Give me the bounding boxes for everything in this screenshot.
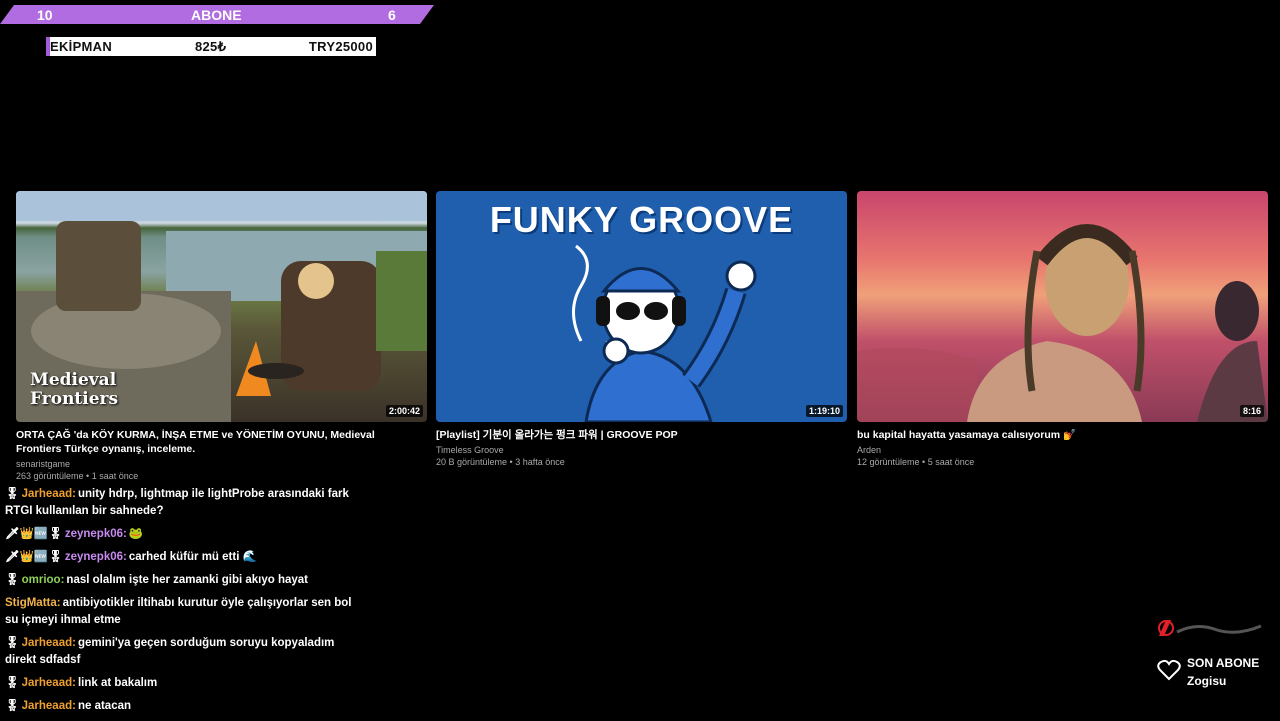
- video-thumbnail[interactable]: FUNKY GROOVE 1:19:10: [436, 191, 847, 422]
- chat-text: 🐸: [128, 528, 144, 540]
- chat-username[interactable]: Jarheaad:: [22, 677, 76, 689]
- chat-username[interactable]: Jarheaad:: [22, 637, 76, 649]
- chat-username[interactable]: omrioo:: [22, 574, 65, 586]
- last-subscriber-name: Zogisu: [1187, 674, 1227, 688]
- video-duration: 2:00:42: [385, 405, 423, 417]
- chat-message: 🎖 Jarheaad: ne atacan: [5, 698, 365, 715]
- equipment-goal-amount: TRY25000: [308, 39, 373, 54]
- chat-username[interactable]: StigMatta:: [5, 597, 61, 609]
- subscriber-title: ABONE: [191, 7, 242, 23]
- brand-logo: [1158, 620, 1262, 636]
- chat-badges: 🎖: [5, 637, 20, 649]
- chat-username[interactable]: Jarheaad:: [22, 488, 76, 500]
- person-thumbnail-illustration: [857, 224, 1268, 422]
- subscriber-goal-bar: 10 ABONE 6: [0, 5, 434, 24]
- video-card[interactable]: 8:16 bu kapital hayatta yasamaya calısıy…: [857, 191, 1268, 468]
- chat-badges: 🎖: [5, 488, 20, 500]
- video-duration: 8:16: [1239, 405, 1264, 417]
- chat-username[interactable]: zeynepk06:: [65, 551, 127, 563]
- video-title[interactable]: ORTA ÇAĞ 'da KÖY KURMA, İNŞA ETME ve YÖN…: [16, 428, 421, 456]
- chat-badges: 🎖: [5, 700, 20, 712]
- chat-badges: 🎖: [5, 574, 20, 586]
- chat-badges: 🗡👑🆕🎖: [5, 528, 63, 540]
- video-card[interactable]: Medieval Frontiers 2:00:42 ORTA ÇAĞ 'da …: [16, 191, 427, 482]
- chat-text: link at bakalım: [77, 677, 158, 689]
- chat-message: 🗡👑🆕🎖 zeynepk06: 🐸: [5, 526, 365, 543]
- video-card[interactable]: FUNKY GROOVE 1:19:10 [Playlist] 기분이 올라가는…: [436, 191, 847, 468]
- chat-text: carhed küfür mü etti 🌊: [128, 551, 257, 563]
- video-channel[interactable]: senaristgame: [16, 458, 427, 470]
- chat-username[interactable]: zeynepk06:: [65, 528, 127, 540]
- equipment-price: 825₺: [195, 39, 227, 54]
- video-title[interactable]: bu kapital hayatta yasamaya calısıyorum …: [857, 428, 1262, 442]
- subscriber-right-count: 6: [388, 7, 396, 23]
- chat-badges: 🎖: [5, 677, 20, 689]
- equipment-label: EKİPMAN: [50, 39, 113, 54]
- chat-message: StigMatta: antibiyotikler iltihabı kurutu…: [5, 595, 365, 629]
- chat-username[interactable]: Jarheaad:: [22, 700, 76, 712]
- subscriber-left-count: 10: [37, 7, 53, 23]
- last-subscriber: SON ABONE Zogisu: [1187, 654, 1259, 690]
- chat-text: ne atacan: [77, 700, 132, 712]
- video-duration: 1:19:10: [805, 405, 843, 417]
- video-title[interactable]: [Playlist] 기분이 올라가는 펑크 파워 | GROOVE POP: [436, 428, 841, 442]
- chat-message: 🎖 Jarheaad: gemini'ya geçen sorduğum soruy…: [5, 635, 365, 669]
- video-thumbnail[interactable]: Medieval Frontiers 2:00:42: [16, 191, 427, 422]
- chat-overlay: 🎖 Jarheaad: unity hdrp, lightmap ile light…: [5, 486, 365, 721]
- chat-message: 🎖 omrioo: nasl olalım işte her zamanki gib…: [5, 572, 365, 589]
- equipment-goal: EKİPMAN 825₺ TRY25000: [46, 37, 376, 56]
- video-stats: 20 B görüntüleme • 3 hafta önce: [436, 457, 565, 467]
- video-channel[interactable]: Arden: [857, 444, 1268, 456]
- chat-badges: 🗡👑🆕🎖: [5, 551, 63, 563]
- video-stats: 263 görüntüleme • 1 saat önce: [16, 471, 139, 481]
- chat-text: nasl olalım işte her zamanki gibi akıyo …: [66, 574, 309, 586]
- bearded-man-illustration: [572, 244, 757, 422]
- chat-message: 🎖 Jarheaad: link at bakalım: [5, 675, 365, 692]
- chat-message: 🎖 Jarheaad: unity hdrp, lightmap ile light…: [5, 486, 365, 520]
- video-thumbnail[interactable]: 8:16: [857, 191, 1268, 422]
- last-subscriber-label: SON ABONE: [1187, 656, 1260, 670]
- video-channel[interactable]: Timeless Groove: [436, 444, 847, 456]
- chat-message: 🗡👑🆕🎖 zeynepk06: carhed küfür mü etti 🌊: [5, 549, 365, 566]
- game-logo-overlay: Medieval Frontiers: [30, 370, 119, 409]
- heart-icon: [1157, 659, 1181, 681]
- video-stats: 12 görüntüleme • 5 saat önce: [857, 457, 975, 467]
